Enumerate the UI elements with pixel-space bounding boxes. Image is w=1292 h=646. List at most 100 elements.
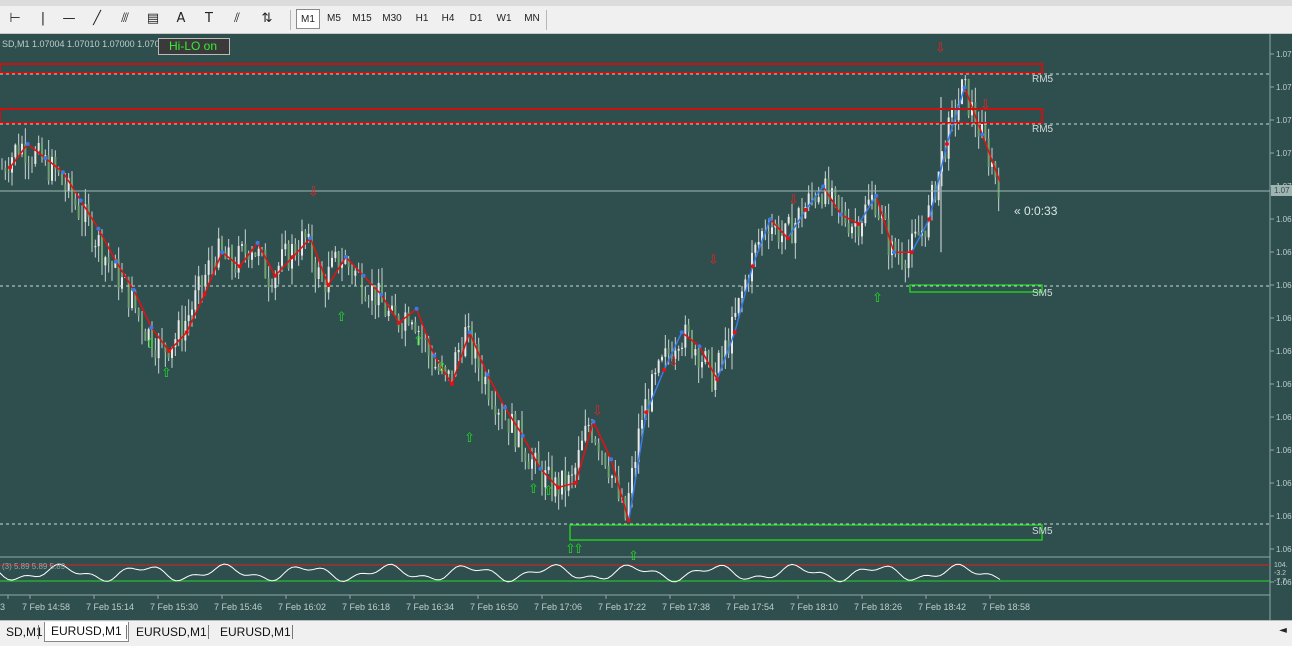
candle-body [554, 477, 557, 497]
candle-body [767, 231, 770, 234]
candle-body [834, 188, 837, 196]
candle-body [314, 263, 317, 279]
timeframe-w1-button[interactable]: W1 [492, 9, 516, 29]
up-arrow-icon: ⇧ [145, 337, 156, 352]
time-tick-label: 7 Feb 18:10 [790, 602, 838, 612]
arrows-icon[interactable]: ⇅ [256, 9, 278, 29]
trendline-icon[interactable]: ╱ [86, 9, 108, 29]
zigzag-pivot-dot [237, 264, 242, 269]
candle-body [31, 163, 33, 165]
candle-body [41, 142, 43, 161]
zigzag-pivot-dot [485, 372, 490, 377]
candle-body [267, 278, 270, 288]
zigzag-pivot-dot [803, 207, 808, 212]
fibonacci-icon[interactable]: ⫻ [114, 9, 136, 29]
chart-tab[interactable]: EURUSD,M1 [130, 623, 213, 641]
channel-icon[interactable]: ⫽ [226, 9, 248, 29]
candle-body [904, 264, 907, 269]
candle-body [914, 231, 917, 234]
timeframe-m5-button[interactable]: M5 [322, 9, 346, 29]
zigzag-pivot-dot [927, 217, 932, 222]
candle-body [167, 352, 170, 358]
zigzag-pivot-dot [538, 466, 543, 471]
candle-body [111, 262, 113, 268]
zigzag-pivot-dot [220, 250, 225, 255]
vertical-line-icon[interactable]: | [32, 9, 54, 29]
candle-body [877, 215, 880, 219]
candle-body [581, 440, 583, 451]
candle-body [787, 216, 790, 224]
time-tick-label: 7 Feb 18:26 [854, 602, 902, 612]
timeframe-d1-button[interactable]: D1 [464, 9, 488, 29]
timeframe-m1-button[interactable]: M1 [296, 9, 320, 29]
candle-body [504, 418, 507, 420]
zigzag-pivot-dot [697, 344, 702, 349]
candle-body [191, 309, 193, 316]
candle-body [254, 252, 257, 257]
candle-body [681, 347, 683, 349]
candle-body [507, 418, 510, 433]
chart-tab[interactable]: SD,M1 [0, 623, 49, 641]
zigzag-pivot-dot [503, 405, 507, 410]
tabs-scroll-left-icon[interactable]: ◄ [1276, 623, 1290, 639]
hi-lo-toggle-button[interactable]: Hi-LO on [158, 38, 230, 55]
candle-body [251, 252, 253, 260]
candle-body [141, 315, 143, 332]
zigzag-pivot-dot [308, 236, 313, 241]
candle-body [597, 442, 600, 453]
candle-body [661, 356, 663, 361]
chart-tab[interactable]: EURUSD,M1 [44, 622, 129, 642]
candle-body [384, 302, 387, 317]
price-tick-label: 1.06 [1276, 281, 1292, 290]
fibo-retracement-icon[interactable]: ▤ [142, 9, 164, 29]
candle-body [424, 338, 427, 341]
candle-body [497, 412, 500, 415]
candle-body [27, 163, 30, 165]
candle-body [287, 243, 290, 269]
candle-body [467, 326, 470, 328]
cursor-tool-icon[interactable]: ⊢ [4, 9, 26, 29]
candle-body [137, 308, 140, 316]
candle-body [707, 351, 710, 355]
candle-body [81, 217, 83, 223]
timeframe-m15-button[interactable]: M15 [350, 9, 374, 29]
horizontal-line-icon[interactable]: — [58, 9, 80, 29]
up-arrow-icon: ⇧ [436, 360, 447, 375]
candle-body [121, 277, 123, 289]
drawing-toolbar: ⊢ | — ╱ ⫻ ▤ A T ⫽ ⇅ M1 M5 M15 M30 H1 H4 D1 W1 MN [0, 6, 1292, 34]
candle-body [907, 252, 910, 269]
candle-body [781, 235, 783, 243]
candle-body [491, 399, 493, 406]
timeframe-mn-button[interactable]: MN [520, 9, 544, 29]
price-tick-label: 1.06 [1276, 512, 1292, 521]
candle-body [177, 320, 180, 340]
down-arrow-icon: ⇩ [668, 355, 679, 370]
text-label-icon[interactable]: T [198, 9, 220, 29]
candle-body [571, 474, 573, 476]
price-tick-label: 1.07 [1276, 116, 1292, 125]
zigzag-pivot-dot [61, 170, 66, 175]
zigzag-pivot-dot [361, 273, 366, 278]
candle-body [484, 376, 487, 385]
candle-body [457, 349, 460, 353]
candle-body [574, 467, 577, 475]
candle-body [901, 254, 903, 265]
candle-body [924, 230, 927, 238]
indicator-info-text: (3) 5.89 5.89 5.89 [2, 562, 66, 571]
candle-body [861, 223, 863, 237]
price-chart[interactable]: RM5RM5SM5SM5⇩⇩⇩⇩⇩⇩⇩⇧⇧⇧⇧⇧⇧⇧ ⇧⇧⇧ ⇧⇧1.071.071… [0, 34, 1292, 620]
candle-body [897, 253, 900, 255]
candle-body [97, 235, 100, 247]
candle-body [7, 171, 10, 173]
candle-body [501, 412, 503, 419]
text-tool-icon[interactable]: A [170, 9, 192, 29]
timeframe-m30-button[interactable]: M30 [380, 9, 404, 29]
timeframe-h1-button[interactable]: H1 [410, 9, 434, 29]
candle-body [641, 419, 643, 429]
chart-area[interactable]: RM5 RM5 SM5 SM5 ⇩ ⇩ ⇩ ⇩ ⇩ ⇩ ⇩ ⇧ ⇧ ⇧ ⇧ ⇧ ⇧ ⇧ ⇧ ⇧ ⇧ ⇧ ⇧ 1.07 1.07 1… [0, 34, 1292, 620]
candle-body [417, 330, 420, 333]
candle-body [951, 109, 953, 118]
chart-tab[interactable]: EURUSD,M1 [214, 623, 297, 641]
candle-body [487, 376, 490, 400]
timeframe-h4-button[interactable]: H4 [436, 9, 460, 29]
